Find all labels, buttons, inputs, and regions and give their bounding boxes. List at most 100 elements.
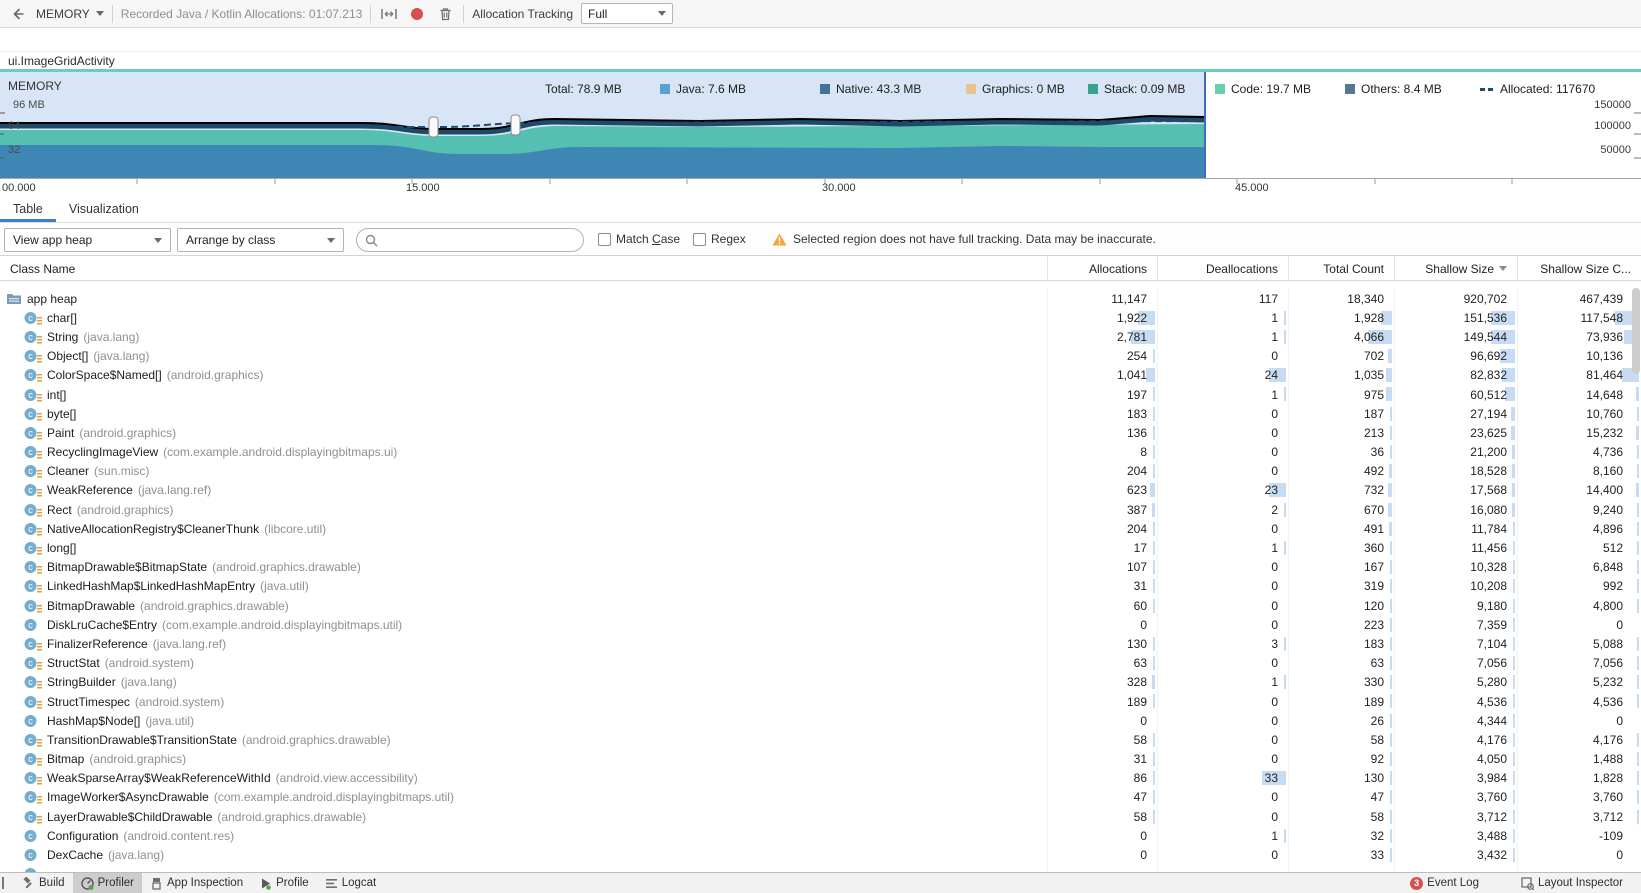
activity-track: ui.ImageGridActivity [0, 52, 1641, 72]
table-row[interactable]: c DexCache (java.lang) 0 0 33 3,432 0 [0, 845, 1641, 865]
class-name: WeakReference [47, 483, 133, 498]
value-bar [1513, 598, 1515, 613]
class-table[interactable]: c app heap 11,147 117 18,340 920,702 467… [0, 281, 1641, 872]
memory-dropdown[interactable]: MEMORY [36, 7, 104, 21]
tab-table[interactable]: Table [0, 196, 56, 222]
table-row[interactable]: c long[] 17 1 360 11,456 512 [0, 538, 1641, 558]
value-bar [1153, 809, 1155, 824]
tool-window-app-inspection[interactable]: App Inspection [142, 873, 251, 893]
class-marks-icon [37, 489, 42, 497]
time-axis[interactable]: 00.000 15.000 30.000 45.000 [0, 178, 1641, 196]
tool-window-build[interactable]: Build [14, 873, 73, 893]
heap-select[interactable]: View app heap [4, 228, 171, 252]
table-row[interactable]: c Bitmap (android.graphics) 31 0 92 4,05… [0, 749, 1641, 769]
layout-inspector-button[interactable]: Layout Inspector [1513, 873, 1631, 893]
table-row[interactable]: c Configuration (android.content.res) 0 … [0, 826, 1641, 846]
class-marks-icon [37, 412, 42, 421]
value-bar [1513, 713, 1515, 728]
arrange-select[interactable]: Arrange by class [177, 228, 344, 252]
table-row[interactable]: c LayerDrawable$ChildDrawable (android.g… [0, 807, 1641, 827]
column-header-deallocations[interactable]: Deallocations [1157, 256, 1288, 281]
svg-text:c: c [28, 543, 33, 553]
tool-window-profile[interactable]: Profile [251, 873, 317, 893]
cell-shallow-size: 17,568 [1394, 480, 1517, 501]
selection-handle-right[interactable] [510, 114, 521, 136]
class-icon: c [24, 753, 42, 766]
table-row[interactable]: c app heap 11,147 117 18,340 920,702 467… [0, 289, 1641, 309]
regex-checkbox[interactable]: Regex [693, 232, 746, 246]
class-icon: c [24, 637, 42, 651]
table-row[interactable]: c char[] 1,922 1 1,928 151,536 117,548 [0, 308, 1641, 328]
table-row[interactable]: c ColorSpace$Named[] (android.graphics) … [0, 365, 1641, 385]
table-row[interactable]: c HashMap$Node[] (java.util) 0 0 26 4,34… [0, 711, 1641, 731]
table-row[interactable]: c StringBuilder (java.lang) 328 1 330 5,… [0, 672, 1641, 692]
cell-allocations: 197 [1047, 384, 1157, 405]
column-header-allocations[interactable]: Allocations [1047, 256, 1157, 281]
cell-deallocations: 0 [1157, 423, 1288, 443]
column-header-shallow-size-change[interactable]: Shallow Size C... [1517, 256, 1641, 281]
column-header-total-count[interactable]: Total Count [1288, 256, 1394, 281]
package-name: (java.lang) [93, 349, 150, 364]
table-row[interactable]: c TransitionDrawable$TransitionState (an… [0, 730, 1641, 750]
value-bar [1389, 464, 1392, 479]
table-row[interactable]: c byte[] 183 0 187 27,194 10,760 [0, 404, 1641, 424]
column-header-shallow-size[interactable]: Shallow Size [1394, 256, 1517, 281]
back-button[interactable] [8, 4, 28, 24]
cell-shallow-size-change: 3,760 [1517, 787, 1641, 808]
table-row[interactable]: c ImageWorker$AsyncDrawable (com.example… [0, 787, 1641, 808]
cell-shallow-size: 18,528 [1394, 461, 1517, 481]
delete-recording-button[interactable] [435, 4, 455, 24]
table-row[interactable]: c Paint (android.graphics) 136 0 213 23,… [0, 423, 1641, 443]
svg-text:c: c [28, 409, 33, 419]
cell-total-count: 732 [1288, 480, 1394, 501]
table-row[interactable]: c StructTimespec (android.system) 189 0 … [0, 691, 1641, 712]
value-bar [1390, 752, 1392, 766]
memory-chart[interactable]: MEMORY 96 MB 64 32 150000 100000 50000 T… [0, 72, 1641, 178]
cell-total-count: 702 [1288, 346, 1394, 366]
class-marks-icon [37, 796, 42, 804]
cell-allocations: 328 [1047, 672, 1157, 692]
table-row[interactable]: c Object[] (java.lang) 254 0 702 96,692 … [0, 346, 1641, 366]
class-name: DexCache [47, 848, 104, 863]
value-bar [1153, 445, 1155, 459]
table-row[interactable]: c StructStat (android.system) 63 0 63 7,… [0, 653, 1641, 673]
table-row[interactable]: c DiskLruCache$Entry (com.example.androi… [0, 615, 1641, 635]
table-row[interactable]: c WeakSparseArray$WeakReferenceWithId (a… [0, 768, 1641, 788]
tool-window-logcat[interactable]: Logcat [317, 873, 385, 893]
search-input[interactable] [384, 232, 575, 248]
table-row[interactable]: c Cleaner (sun.misc) 204 0 492 18,528 8,… [0, 461, 1641, 481]
table-row[interactable]: c [0, 864, 1641, 872]
class-name: ColorSpace$Named[] [47, 368, 162, 383]
record-stop-button[interactable] [407, 4, 427, 24]
selection-handle-left[interactable] [428, 116, 439, 138]
tool-window-profiler[interactable]: Profiler [72, 872, 143, 893]
profile-run-icon [262, 878, 271, 890]
table-row[interactable]: c String (java.lang) 2,781 1 4,066 149,5… [0, 327, 1641, 347]
table-row[interactable]: c FinalizerReference (java.lang.ref) 130… [0, 634, 1641, 654]
table-row[interactable]: c BitmapDrawable (android.graphics.drawa… [0, 596, 1641, 616]
class-marks-icon [37, 738, 42, 747]
tab-visualization[interactable]: Visualization [56, 196, 152, 222]
table-row[interactable]: c Rect (android.graphics) 387 2 670 16,0… [0, 500, 1641, 520]
table-row[interactable]: c NativeAllocationRegistry$CleanerThunk … [0, 519, 1641, 539]
table-row[interactable]: c int[] 197 1 975 60,512 14,648 [0, 384, 1641, 405]
allocation-tracking-select[interactable]: Full [581, 3, 674, 24]
class-icon: c [24, 388, 42, 402]
match-case-checkbox[interactable]: Match Case [598, 232, 680, 246]
column-header-class-name[interactable]: Class Name [0, 256, 1047, 281]
svg-text:c: c [28, 831, 33, 841]
table-row[interactable]: c LinkedHashMap$LinkedHashMapEntry (java… [0, 576, 1641, 596]
allocation-events-track[interactable] [0, 28, 1641, 75]
table-row[interactable]: c WeakReference (java.lang.ref) 623 23 7… [0, 480, 1641, 501]
value-bar [1637, 502, 1639, 517]
search-field[interactable] [356, 228, 584, 252]
table-row[interactable]: c RecyclingImageView (com.example.androi… [0, 442, 1641, 462]
table-row[interactable]: c BitmapDrawable$BitmapState (android.gr… [0, 557, 1641, 577]
cell-allocations: 136 [1047, 423, 1157, 443]
class-marks-icon [37, 316, 42, 325]
tool-window-stripe-icon[interactable] [2, 877, 4, 889]
value-bar [1284, 675, 1286, 690]
zoom-to-fit-icon[interactable] [379, 4, 399, 24]
table-scrollbar[interactable] [1632, 288, 1640, 374]
event-log-button[interactable]: 3 Event Log [1402, 873, 1487, 893]
